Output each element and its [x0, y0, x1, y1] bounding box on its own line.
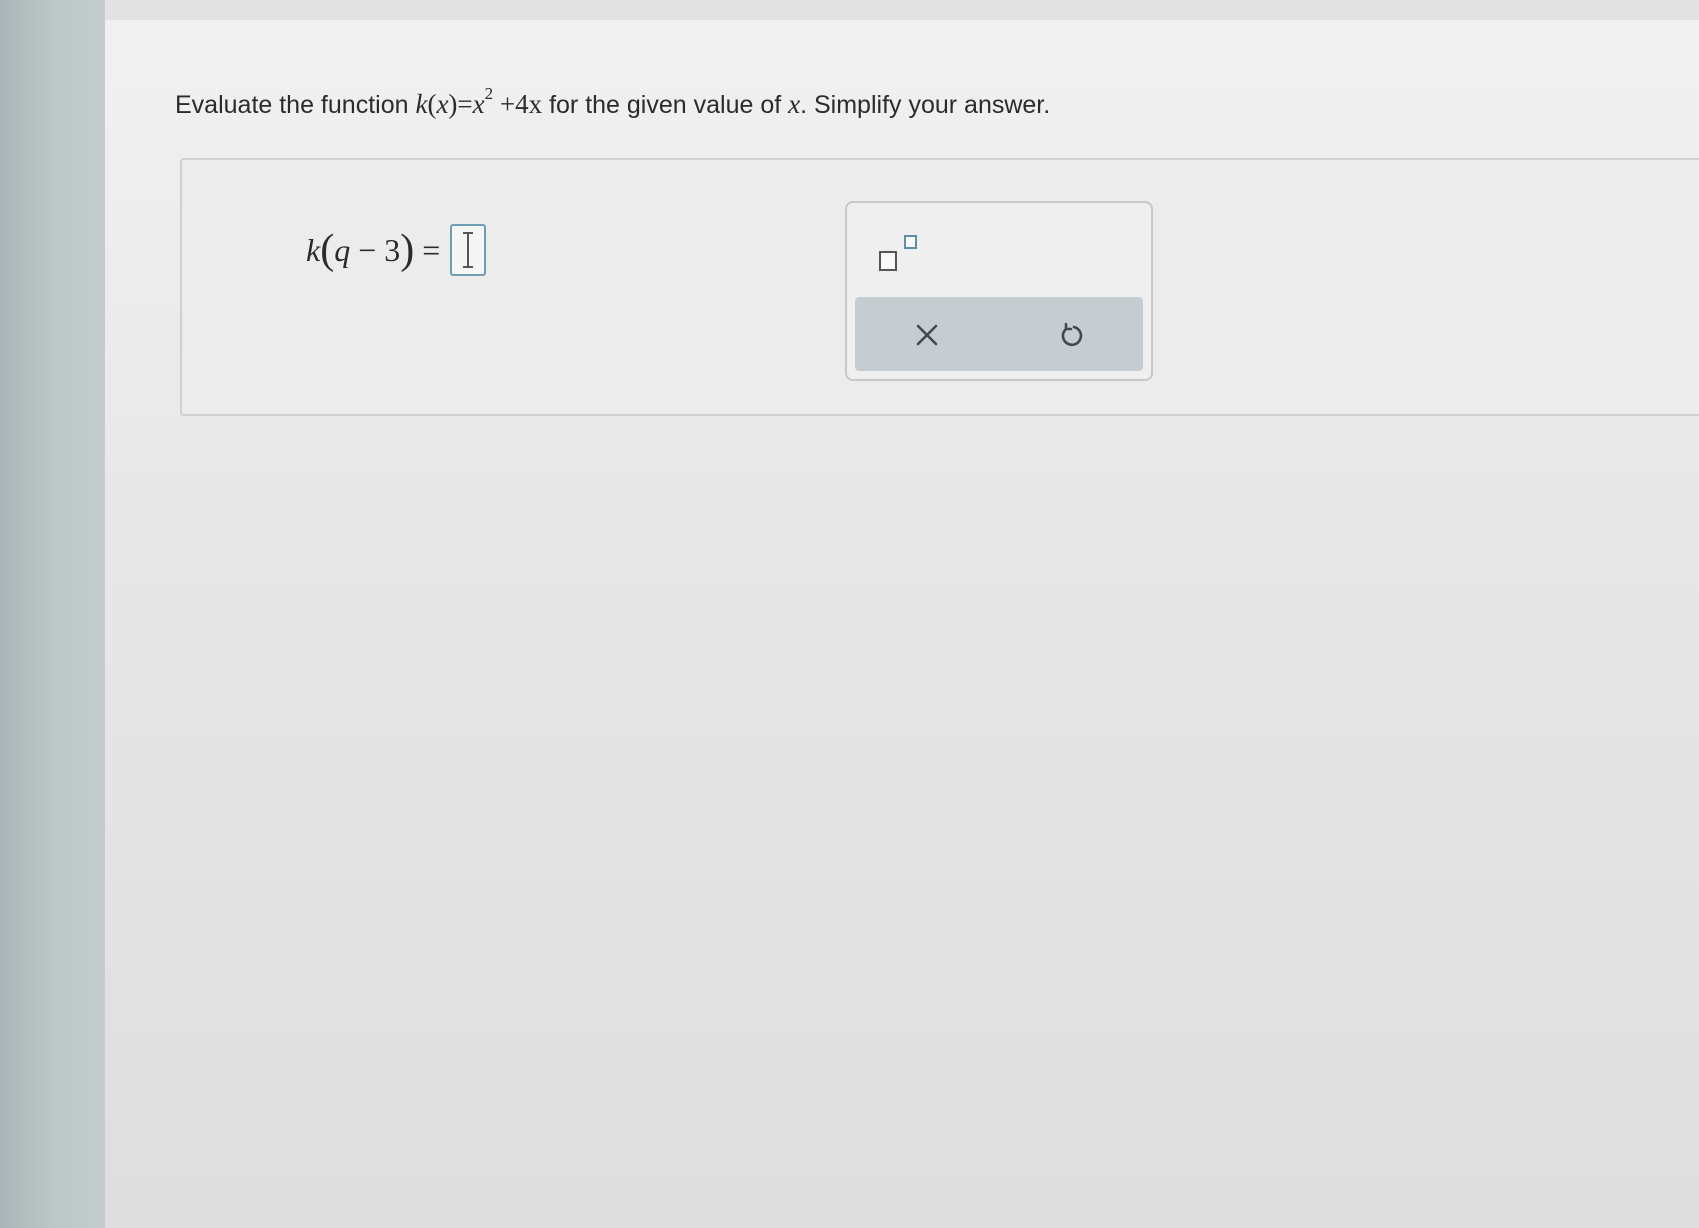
answer-expression: k ( q − 3 ) = [306, 224, 487, 276]
exponent-button[interactable] [879, 235, 921, 271]
answer-input[interactable] [450, 224, 487, 276]
text-cursor [463, 232, 474, 268]
prompt-text-middle: for the given value of [549, 91, 782, 119]
exponent-base-box-icon [879, 251, 897, 271]
question-prompt: Evaluate the function k(x)=x2 +4x for th… [175, 84, 1051, 120]
exponent-superscript-box-icon [904, 235, 917, 249]
clear-button[interactable] [905, 313, 949, 357]
prompt-text-end: . Simplify your answer. [800, 91, 1051, 119]
math-toolbox [845, 201, 1153, 381]
toolbox-action-bar [855, 297, 1143, 371]
prompt-text-start: Evaluate the function [175, 91, 409, 119]
screen: Evaluate the function k(x)=x2 +4x for th… [105, 0, 1699, 1228]
close-icon [916, 324, 938, 346]
variable-x: x [788, 89, 801, 119]
undo-button[interactable] [1049, 313, 1093, 357]
undo-icon [1061, 322, 1083, 347]
function-definition: k(x)=x2 +4x [415, 84, 543, 119]
